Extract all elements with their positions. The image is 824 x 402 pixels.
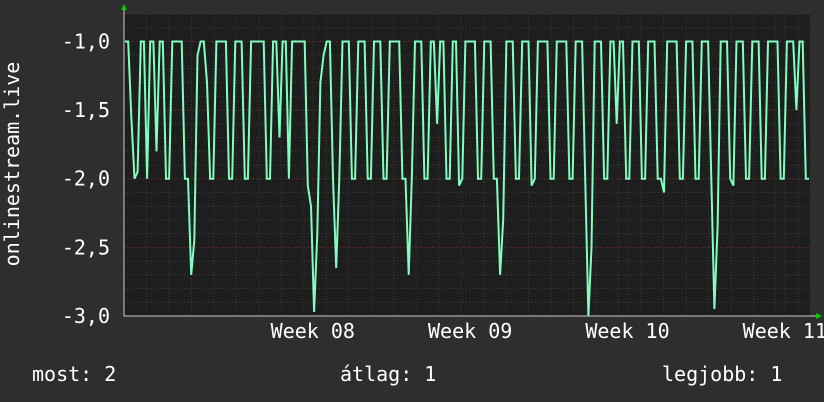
y-axis-label: onlinestream.live bbox=[0, 62, 24, 267]
y-tick-label: -1,0 bbox=[62, 29, 110, 53]
legend-best: legjobb: 1 bbox=[662, 362, 782, 386]
legend-average-value: 1 bbox=[424, 362, 437, 386]
y-axis-arrow-icon bbox=[121, 4, 127, 10]
x-tick-labels: Week 08 Week 09 Week 10 Week 11 bbox=[271, 319, 824, 343]
y-tick-label: -2,5 bbox=[62, 235, 110, 259]
legend-average: átlag: 1 bbox=[340, 362, 436, 386]
x-tick-label: Week 08 bbox=[271, 319, 355, 343]
x-tick-label: Week 10 bbox=[585, 319, 669, 343]
legend-average-label: átlag: bbox=[340, 362, 413, 386]
y-tick-label: -1,5 bbox=[62, 98, 110, 122]
legend-current: most: 2 bbox=[32, 362, 116, 386]
x-tick-label: Week 09 bbox=[428, 319, 512, 343]
rrd-chart: -1,0-1,5-2,0-2,5-3,0 Week 08 Week 09 Week … bbox=[0, 4, 824, 343]
x-tick-label: Week 11 bbox=[743, 319, 824, 343]
legend-best-label: legjobb: bbox=[662, 362, 759, 386]
legend-best-value: 1 bbox=[770, 362, 783, 386]
chart-root: -1,0 -1,5 -2,0 -2,5 -3,0 Week 08 Week 09 Week … bbox=[0, 0, 824, 402]
y-tick-label: -2,0 bbox=[62, 167, 110, 191]
legend-current-label: most: bbox=[32, 362, 93, 386]
y-tick-label: -3,0 bbox=[62, 304, 110, 328]
y-tick-labels: -1,0 -1,5 -2,0 -2,5 -3,0 bbox=[62, 29, 110, 328]
legend-current-value: 2 bbox=[104, 362, 117, 386]
